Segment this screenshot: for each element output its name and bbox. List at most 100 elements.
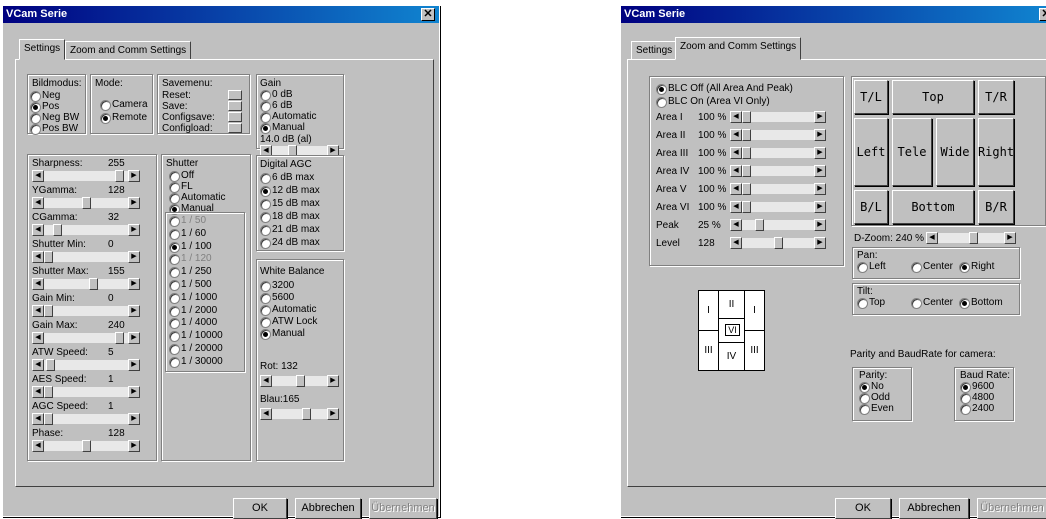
digital-agc-option[interactable]: 6 dB max	[260, 172, 314, 184]
area-slider[interactable]: ◀ ▶	[730, 183, 826, 195]
slider-thumb[interactable]	[742, 165, 751, 177]
digital-agc-option[interactable]: 24 dB max	[260, 237, 320, 249]
slider-thumb[interactable]	[742, 129, 751, 141]
scroll-left-icon[interactable]: ◀	[32, 224, 44, 236]
scroll-right-icon[interactable]: ▶	[814, 129, 826, 141]
scroll-right-icon[interactable]: ▶	[814, 219, 826, 231]
slider-thumb[interactable]	[53, 224, 62, 236]
scroll-right-icon[interactable]: ▶	[128, 386, 140, 398]
digital-agc-option[interactable]: 21 dB max	[260, 224, 320, 236]
slider-thumb[interactable]	[115, 170, 125, 182]
tab-zoom-comm[interactable]: Zoom and Comm Settings	[675, 37, 802, 60]
scroll-left-icon[interactable]: ◀	[730, 147, 742, 159]
adjust-slider[interactable]: ◀ ▶	[32, 251, 140, 263]
scroll-right-icon[interactable]: ▶	[327, 408, 339, 420]
slider-thumb[interactable]	[742, 201, 751, 213]
bildmodus-option[interactable]: Neg BW	[30, 112, 79, 124]
scroll-right-icon[interactable]: ▶	[128, 332, 140, 344]
adjust-slider[interactable]: ◀ ▶	[32, 278, 140, 290]
blau-slider[interactable]: ◀ ▶	[260, 408, 339, 420]
shutter-speed-option[interactable]: 1 / 10000	[169, 330, 223, 343]
area-slider[interactable]: ◀ ▶	[730, 219, 826, 231]
scroll-right-icon[interactable]: ▶	[128, 170, 140, 182]
scroll-left-icon[interactable]: ◀	[32, 413, 44, 425]
close-icon[interactable]: ✕	[1039, 8, 1046, 21]
bildmodus-option[interactable]: Pos	[30, 101, 59, 113]
scroll-right-icon[interactable]: ▶	[128, 359, 140, 371]
slider-thumb[interactable]	[44, 386, 53, 398]
ok-button[interactable]: OK	[233, 498, 287, 519]
scroll-left-icon[interactable]: ◀	[730, 129, 742, 141]
shutter-speed-option[interactable]: 1 / 250	[169, 266, 212, 279]
scroll-right-icon[interactable]: ▶	[128, 197, 140, 209]
area-slider[interactable]: ◀ ▶	[730, 147, 826, 159]
baud-option[interactable]: 9600	[960, 381, 994, 393]
scroll-left-icon[interactable]: ◀	[32, 332, 44, 344]
adjust-slider[interactable]: ◀ ▶	[32, 170, 140, 182]
scroll-right-icon[interactable]: ▶	[128, 305, 140, 317]
white-balance-option[interactable]: 3200	[260, 280, 294, 292]
mode-option[interactable]: Remote	[100, 112, 147, 124]
digital-agc-option[interactable]: 12 dB max	[260, 185, 320, 197]
white-balance-option[interactable]: Automatic	[260, 304, 316, 316]
scroll-right-icon[interactable]: ▶	[128, 413, 140, 425]
scroll-right-icon[interactable]: ▶	[327, 375, 339, 387]
shutter-speed-option[interactable]: 1 / 120	[169, 253, 212, 266]
dzoom-slider[interactable]: ◀ ▶	[926, 232, 1016, 244]
slider-thumb[interactable]	[742, 183, 751, 195]
rot-slider[interactable]: ◀ ▶	[260, 375, 339, 387]
slider-thumb[interactable]	[45, 359, 55, 371]
slider-thumb[interactable]	[295, 375, 305, 387]
shutter-speed-option[interactable]: 1 / 4000	[169, 317, 217, 330]
adjust-slider[interactable]: ◀ ▶	[32, 305, 140, 317]
scroll-right-icon[interactable]: ▶	[128, 251, 140, 263]
adjust-slider[interactable]: ◀ ▶	[32, 386, 140, 398]
scroll-right-icon[interactable]: ▶	[814, 237, 826, 249]
parity-option[interactable]: Odd	[859, 392, 890, 404]
pad-tl-button[interactable]: T/L	[854, 80, 888, 114]
savemenu-button[interactable]	[228, 90, 242, 100]
slider-thumb[interactable]	[44, 251, 53, 263]
scroll-right-icon[interactable]: ▶	[128, 224, 140, 236]
scroll-left-icon[interactable]: ◀	[32, 251, 44, 263]
gain-option[interactable]: Manual	[260, 122, 305, 134]
mode-option[interactable]: Camera	[100, 99, 148, 111]
blc-option[interactable]: BLC Off (All Area And Peak)	[656, 83, 793, 95]
scroll-left-icon[interactable]: ◀	[926, 232, 938, 244]
slider-thumb[interactable]	[44, 305, 53, 317]
tilt-option[interactable]: Center	[911, 297, 953, 309]
scroll-left-icon[interactable]: ◀	[32, 278, 44, 290]
tilt-option[interactable]: Bottom	[959, 297, 1003, 309]
shutter-mode-option[interactable]: Off	[169, 170, 194, 182]
savemenu-button[interactable]	[228, 101, 242, 111]
shutter-speed-option[interactable]: 1 / 20000	[169, 343, 223, 355]
scroll-right-icon[interactable]: ▶	[814, 111, 826, 123]
bildmodus-option[interactable]: Pos BW	[30, 123, 78, 135]
adjust-slider[interactable]: ◀ ▶	[32, 440, 140, 452]
tilt-option[interactable]: Top	[857, 297, 885, 309]
close-icon[interactable]: ✕	[421, 8, 435, 21]
scroll-left-icon[interactable]: ◀	[730, 201, 742, 213]
gain-option[interactable]: 6 dB	[260, 100, 293, 112]
slider-thumb[interactable]	[81, 197, 91, 209]
scroll-left-icon[interactable]: ◀	[32, 305, 44, 317]
scroll-right-icon[interactable]: ▶	[814, 147, 826, 159]
parity-option[interactable]: No	[859, 381, 884, 393]
slider-thumb[interactable]	[742, 147, 751, 159]
shutter-speed-option[interactable]: 1 / 1000	[169, 292, 217, 304]
savemenu-button[interactable]	[228, 123, 242, 133]
scroll-left-icon[interactable]: ◀	[730, 165, 742, 177]
white-balance-option[interactable]: ATW Lock	[260, 316, 317, 328]
scroll-left-icon[interactable]: ◀	[32, 386, 44, 398]
scroll-right-icon[interactable]: ▶	[1004, 232, 1016, 244]
pad-bl-button[interactable]: B/L	[854, 190, 888, 224]
savemenu-button[interactable]	[228, 112, 242, 122]
shutter-mode-option[interactable]: FL	[169, 181, 193, 193]
pan-option[interactable]: Center	[911, 261, 953, 273]
area-slider[interactable]: ◀ ▶	[730, 201, 826, 213]
scroll-left-icon[interactable]: ◀	[32, 170, 44, 182]
scroll-left-icon[interactable]: ◀	[730, 219, 742, 231]
scroll-right-icon[interactable]: ▶	[128, 278, 140, 290]
scroll-left-icon[interactable]: ◀	[260, 408, 272, 420]
pad-tele-button[interactable]: Tele	[892, 118, 932, 186]
